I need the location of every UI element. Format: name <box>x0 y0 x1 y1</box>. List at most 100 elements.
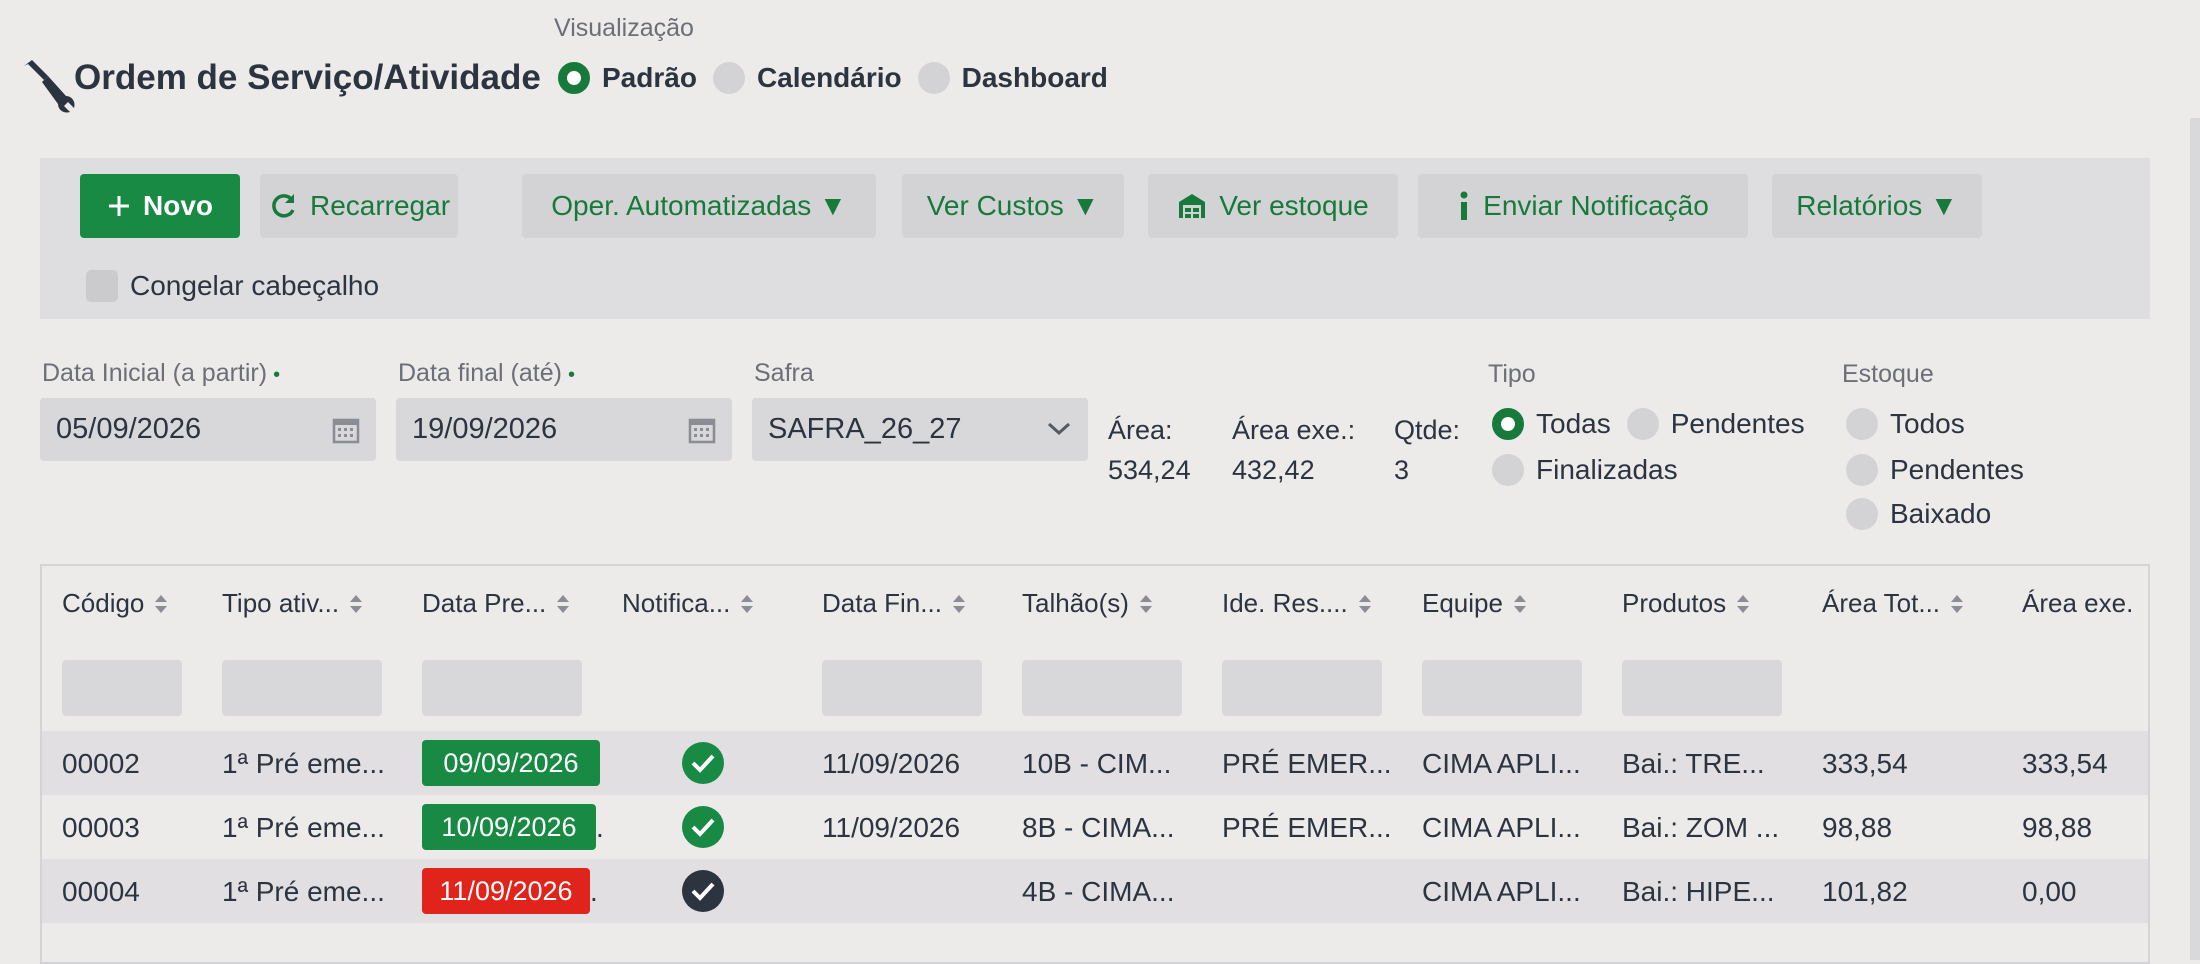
column-header-area-exe[interactable]: Área exe. <box>2022 588 2133 619</box>
start-date-field[interactable]: 05/09/2026 <box>40 398 376 461</box>
reload-button-label: Recarregar <box>309 190 451 221</box>
filter-input-codigo[interactable] <box>62 660 182 716</box>
start-date-value: 05/09/2026 <box>56 413 202 445</box>
view-costs-button[interactable]: Ver Custos ▼ <box>902 174 1124 238</box>
filter-input-tipo[interactable] <box>222 660 382 716</box>
calendar-icon[interactable] <box>332 416 360 444</box>
cell-codigo: 00003 <box>62 812 140 843</box>
cell-produtos: Bai.: TRE... <box>1622 748 1765 779</box>
estoque-pendentes-label[interactable]: Pendentes <box>1890 454 2024 486</box>
view-dashboard-label[interactable]: Dashboard <box>962 62 1108 94</box>
end-date-field[interactable]: 19/09/2026 <box>396 398 732 461</box>
filter-input-data-fin[interactable] <box>822 660 982 716</box>
sort-icon[interactable] <box>952 593 966 615</box>
cell-tipo: 1ª Pré eme... <box>222 876 385 907</box>
sort-icon[interactable] <box>1358 593 1372 615</box>
column-header-ide-res[interactable]: Ide. Res.... <box>1222 588 1372 619</box>
tipo-finalizadas-label[interactable]: Finalizadas <box>1536 454 1678 486</box>
cell-area-tot: 101,82 <box>1822 876 1908 907</box>
sort-icon[interactable] <box>154 593 168 615</box>
cell-codigo: 00002 <box>62 748 140 779</box>
column-title: Talhão(s) <box>1022 588 1129 618</box>
area-exe-label: Área exe.: <box>1232 415 1356 445</box>
estoque-baixado-label[interactable]: Baixado <box>1890 498 1991 530</box>
column-header-data-fin[interactable]: Data Fin... <box>822 588 966 619</box>
column-title: Tipo ativ... <box>222 588 340 618</box>
column-header-data-pre[interactable]: Data Pre... <box>422 588 570 619</box>
sort-icon[interactable] <box>1736 593 1750 615</box>
reports-label: Relatórios ▼ <box>1796 190 1958 221</box>
column-header-codigo[interactable]: Código <box>62 588 168 619</box>
new-button-label: Novo <box>143 190 213 221</box>
warehouse-icon <box>1179 194 1206 218</box>
auto-operations-button[interactable]: Oper. Automatizadas ▼ <box>522 174 876 238</box>
estoque-todos-label[interactable]: Todos <box>1890 408 1965 440</box>
tipo-options-row1: Todas Pendentes <box>1492 408 1821 440</box>
freeze-header-checkbox[interactable] <box>86 270 118 302</box>
sort-icon[interactable] <box>1513 593 1527 615</box>
view-dashboard-radio[interactable] <box>917 62 950 94</box>
end-date-label: Data final (até) • <box>398 359 575 388</box>
area-exe-summary: Área exe.: 432,42 <box>1232 410 1355 490</box>
tipo-todas-label[interactable]: Todas <box>1536 408 1611 440</box>
filter-input-equipe[interactable] <box>1422 660 1582 716</box>
estoque-todos-radio[interactable] <box>1846 408 1878 440</box>
sort-icon[interactable] <box>740 593 754 615</box>
view-stock-button[interactable]: Ver estoque <box>1148 174 1398 238</box>
column-header-equipe[interactable]: Equipe <box>1422 588 1527 619</box>
column-header-notificacao[interactable]: Notifica... <box>622 588 754 619</box>
sort-icon[interactable] <box>349 593 363 615</box>
view-calendario-radio[interactable] <box>712 62 745 94</box>
tipo-pendentes-radio[interactable] <box>1626 408 1659 440</box>
estoque-pendentes-radio[interactable] <box>1846 454 1878 486</box>
view-padrao-label[interactable]: Padrão <box>602 62 697 94</box>
reports-button[interactable]: Relatórios ▼ <box>1772 174 1982 238</box>
plus-icon <box>109 196 129 216</box>
view-padrao-radio[interactable] <box>558 62 590 94</box>
column-header-produtos[interactable]: Produtos <box>1622 588 1750 619</box>
cell-area-exe: 98,88 <box>2022 812 2093 843</box>
tipo-pendentes-label[interactable]: Pendentes <box>1671 408 1805 440</box>
tipo-todas-radio[interactable] <box>1492 408 1524 440</box>
reload-button[interactable]: Recarregar <box>260 174 458 238</box>
column-title: Data Pre... <box>422 588 547 618</box>
sort-icon[interactable] <box>1139 593 1153 615</box>
start-date-label: Data Inicial (a partir) • <box>42 359 280 388</box>
tipo-finalizadas-radio[interactable] <box>1492 454 1524 486</box>
estoque-baixado-radio[interactable] <box>1846 498 1878 530</box>
send-notification-button[interactable]: Enviar Notificação <box>1418 174 1748 238</box>
filter-input-ide-res[interactable] <box>1222 660 1382 716</box>
tipo-label: Tipo <box>1488 360 1536 388</box>
column-header-tipo[interactable]: Tipo ativ... <box>222 588 363 619</box>
page-scrollbar[interactable] <box>2190 118 2200 960</box>
cell-produtos: Bai.: ZOM ... <box>1622 812 1780 843</box>
tipo-options-row2: Finalizadas <box>1492 454 1694 486</box>
calendar-icon[interactable] <box>688 416 716 444</box>
required-mark: • <box>567 364 575 386</box>
info-icon <box>1460 191 1468 220</box>
column-title: Produtos <box>1622 588 1727 618</box>
sort-icon[interactable] <box>556 593 570 615</box>
column-title: Data Fin... <box>822 588 942 618</box>
filter-input-data-pre[interactable] <box>422 660 582 716</box>
filter-input-talhao[interactable] <box>1022 660 1182 716</box>
qtde-summary: Qtde: 3 <box>1394 410 1460 490</box>
safra-value: SAFRA_26_27 <box>768 413 962 445</box>
freeze-header-label[interactable]: Congelar cabeçalho <box>130 270 379 302</box>
column-title: Área Tot... <box>1822 588 1941 618</box>
new-button[interactable]: Novo <box>80 174 240 238</box>
truncation-dot: . <box>596 812 604 843</box>
qtde-value: 3 <box>1394 455 1410 485</box>
safra-label: Safra <box>754 359 814 387</box>
area-label: Área: <box>1108 415 1173 445</box>
end-date-value: 19/09/2026 <box>412 413 558 445</box>
safra-select[interactable]: SAFRA_26_27 <box>752 398 1088 461</box>
filter-input-produtos[interactable] <box>1622 660 1782 716</box>
area-summary: Área: 534,24 <box>1108 410 1191 490</box>
column-header-area-tot[interactable]: Área Tot... <box>1822 588 1964 619</box>
chevron-down-icon <box>1047 422 1071 436</box>
column-header-talhao[interactable]: Talhão(s) <box>1022 588 1153 619</box>
column-title: Ide. Res.... <box>1222 588 1348 618</box>
sort-icon[interactable] <box>1950 593 1964 615</box>
view-calendario-label[interactable]: Calendário <box>757 62 902 94</box>
